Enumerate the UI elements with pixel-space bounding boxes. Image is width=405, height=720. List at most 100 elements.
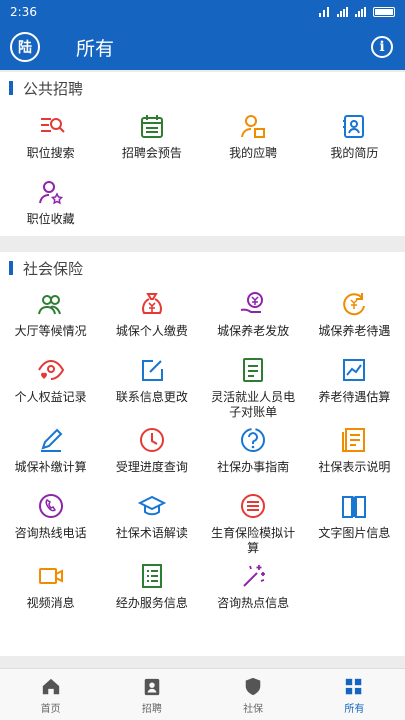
tab-label: 所有: [344, 704, 365, 715]
grid-item[interactable]: 城保养老发放: [203, 284, 304, 350]
yen-hand-icon: [239, 290, 267, 318]
grid-item-label: 城保养老待遇: [318, 324, 391, 338]
grid-item[interactable]: 咨询热线电话: [0, 486, 101, 552]
grid-item[interactable]: 文字图片信息: [304, 486, 405, 552]
grid-icon: [346, 678, 362, 695]
grid-item-label: 职位收藏: [26, 212, 75, 226]
money-bag-icon: [138, 290, 166, 318]
grid-item[interactable]: 受理进度查询: [101, 420, 202, 486]
grid-item-label: 社保办事指南: [217, 460, 290, 474]
grid-item-label: 城保个人缴费: [115, 324, 188, 338]
book-icon: [340, 492, 368, 520]
grid-item[interactable]: 社保办事指南: [203, 420, 304, 486]
tab-home[interactable]: 首页: [0, 669, 101, 720]
list-circle-icon: [239, 492, 267, 520]
people-icon: [37, 290, 65, 318]
recruitment-grid: 职位搜索 招聘会预告 我的应聘 我的简历职位收藏: [0, 104, 405, 236]
tab-badge[interactable]: 招聘: [101, 669, 202, 720]
section-title: 社会保险: [23, 259, 84, 278]
edit-square-icon: [138, 356, 166, 384]
shield-icon: [245, 677, 261, 696]
grid-item-label: 个人权益记录: [14, 390, 87, 404]
grid-item-label: 大厅等候情况: [14, 324, 87, 338]
wifi-icon: [319, 7, 331, 17]
grid-item[interactable]: 养老待遇估算: [304, 350, 405, 416]
resume-icon: [340, 112, 368, 140]
calendar-icon: [138, 112, 166, 140]
grid-item-label: 职位搜索: [26, 146, 75, 160]
grid-item-label: 联系信息更改: [115, 390, 188, 404]
grid-item-label: 咨询热线电话: [14, 526, 87, 540]
bottom-tab-bar: 首页 招聘 社保 所有: [0, 668, 405, 720]
graduation-cap-icon: [137, 492, 166, 520]
insurance-grid: 大厅等候情况 城保个人缴费 城保养老发放 城保养老待遇个人权益记录 联系信息更改 灵活就业…: [0, 284, 405, 622]
section-title: 公共招聘: [23, 79, 84, 98]
grid-item[interactable]: 视频消息: [0, 556, 101, 622]
document-icon: [239, 356, 267, 384]
grid-item-label: 经办服务信息: [115, 596, 188, 610]
yen-refresh-icon: [340, 290, 368, 318]
phone-icon: [37, 492, 65, 520]
grid-item-label: 我的简历: [330, 146, 379, 160]
grid-item-label: 生育保险模拟计算: [211, 526, 296, 555]
section-public-recruitment: 公共招聘 职位搜索 招聘会预告 我的应聘 我的简历职位收藏: [0, 72, 405, 236]
grid-item-label: 养老待遇估算: [318, 390, 391, 404]
grid-item-label: 社保表示说明: [318, 460, 391, 474]
grid-item[interactable]: 大厅等候情况: [0, 284, 101, 350]
grid-item[interactable]: 咨询热点信息: [203, 556, 304, 622]
grid-item-label: 视频消息: [26, 596, 75, 610]
grid-item-label: 受理进度查询: [115, 460, 188, 474]
app-bar: 陆 所有 i: [0, 24, 405, 70]
grid-item[interactable]: 招聘会预告: [101, 104, 202, 170]
status-time: 2:36: [10, 5, 37, 19]
tab-grid[interactable]: 所有: [304, 669, 405, 720]
grid-item-label: 灵活就业人员电子对账单: [211, 390, 296, 419]
grid-item[interactable]: 联系信息更改: [101, 350, 202, 416]
grid-item[interactable]: 个人权益记录: [0, 350, 101, 416]
grid-item[interactable]: 职位收藏: [0, 170, 101, 236]
status-bar: 2:36: [0, 0, 405, 24]
grid-item[interactable]: 我的应聘: [203, 104, 304, 170]
signal-icon: [337, 7, 349, 17]
grid-item[interactable]: 城保个人缴费: [101, 284, 202, 350]
home-icon: [42, 678, 59, 695]
grid-item[interactable]: 社保术语解读: [101, 486, 202, 552]
grid-item-label: 城保补缴计算: [14, 460, 87, 474]
clock-icon: [138, 426, 166, 454]
signal-icon: [355, 7, 367, 17]
eye-heart-icon: [37, 356, 65, 384]
chart-line-icon: [340, 356, 368, 384]
pencil-icon: [37, 426, 65, 454]
grid-item[interactable]: 职位搜索: [0, 104, 101, 170]
section-social-insurance: 社会保险 大厅等候情况 城保个人缴费 城保养老发放 城保养老待遇个人权益记录 联系信息更…: [0, 252, 405, 656]
tab-label: 招聘: [141, 704, 162, 715]
grid-item-label: 城保养老发放: [217, 324, 290, 338]
tab-label: 社保: [243, 704, 264, 715]
list-doc-icon: [138, 562, 166, 590]
grid-item[interactable]: 我的简历: [304, 104, 405, 170]
job-search-icon: [37, 112, 65, 140]
grid-item-label: 社保术语解读: [115, 526, 188, 540]
page-title: 所有: [76, 37, 115, 60]
grid-item[interactable]: 社保表示说明: [304, 420, 405, 486]
badge-icon: [144, 678, 160, 696]
grid-item[interactable]: 灵活就业人员电子对账单: [203, 350, 304, 420]
grid-item[interactable]: 城保补缴计算: [0, 420, 101, 486]
info-icon[interactable]: i: [371, 36, 393, 58]
tab-label: 首页: [40, 704, 61, 715]
grid-item-label: 文字图片信息: [318, 526, 391, 540]
grid-item-label: 咨询热点信息: [217, 596, 290, 610]
video-icon: [37, 562, 65, 590]
notes-icon: [340, 426, 368, 454]
grid-item-label: 招聘会预告: [121, 146, 182, 160]
user-star-icon: [37, 178, 65, 206]
sparkle-icon: [239, 562, 267, 590]
grid-item[interactable]: 城保养老待遇: [304, 284, 405, 350]
question-icon: [239, 426, 267, 454]
tab-shield[interactable]: 社保: [203, 669, 304, 720]
grid-item[interactable]: 经办服务信息: [101, 556, 202, 622]
user-apply-icon: [239, 112, 267, 140]
grid-item[interactable]: 生育保险模拟计算: [203, 486, 304, 556]
battery-icon: [373, 7, 395, 17]
app-logo[interactable]: 陆: [10, 32, 40, 62]
